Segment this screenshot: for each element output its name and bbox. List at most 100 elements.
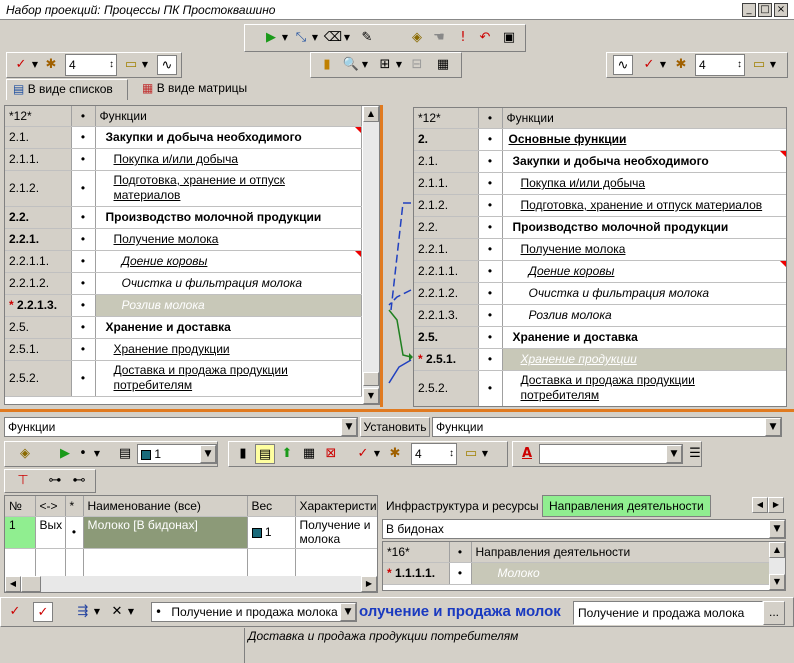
filter-icon[interactable]: ✱ <box>41 55 61 75</box>
header-bullet[interactable]: • <box>478 108 503 129</box>
scroll-up-icon[interactable]: ▲ <box>363 106 379 122</box>
table-row[interactable]: 1 Вых • Молоко [В бидонах] 1 Получение и… <box>5 516 377 549</box>
exclamation-icon[interactable]: ! <box>453 28 473 48</box>
process-combo[interactable]: • Получение и продажа молока ▼ <box>151 602 357 622</box>
tab-scroll-right-icon[interactable]: ▶ <box>768 497 784 513</box>
col-characteristics[interactable]: Характеристики <box>295 496 377 517</box>
table-row[interactable]: 2.1.2. • Подготовка, хранение и отпуск мате… <box>5 170 362 207</box>
table-row[interactable]: 2.2.1. • Получение молока <box>5 228 362 251</box>
scroll-up-icon[interactable]: ▲ <box>769 542 785 558</box>
tab-directions[interactable]: Направления деятельности <box>542 495 711 517</box>
chevron-down-icon[interactable]: ▼ <box>141 55 149 75</box>
chevron-down-icon[interactable]: ▼ <box>659 55 667 75</box>
filter-icon[interactable]: ✱ <box>671 55 691 75</box>
tab-matrix-view[interactable]: ▦ В виде матрицы <box>136 79 262 100</box>
edit-doc-icon[interactable]: ✎ <box>357 28 377 48</box>
chevron-down-icon[interactable]: ▼ <box>340 603 356 621</box>
header-name[interactable]: Функции <box>95 106 362 127</box>
process-field[interactable]: Получение и продажа молока <box>573 601 763 625</box>
table-row[interactable]: 2.1.1. • Покупка и/или добыча <box>5 148 362 171</box>
check-icon[interactable]: ✓ <box>353 444 373 464</box>
table-row[interactable]: 2.5.2. • Доставка и продажа продукции потре… <box>5 360 362 397</box>
level-spinner-bottom[interactable]: 4 ↕ <box>411 443 457 465</box>
undo-icon[interactable]: ↶ <box>475 28 495 48</box>
level-spinner-right[interactable]: 4 ↕ <box>695 54 745 76</box>
left-grid-scrollbar[interactable]: ▲ ▼ <box>363 106 379 404</box>
check-active-icon[interactable]: ✓ <box>33 602 53 622</box>
table-row[interactable]: 2.2.1.2. • Очистка и фильтрация молока <box>5 272 362 295</box>
hierarchy-icon[interactable]: ⊟ <box>407 55 427 75</box>
chevron-down-icon[interactable]: ▼ <box>93 602 101 622</box>
scroll-thumb[interactable] <box>21 576 41 592</box>
table-row[interactable]: 2.5. • Хранение и доставка <box>5 316 362 339</box>
table-row[interactable]: 2.1. • Закупки и добыча необходимого <box>414 150 786 173</box>
scroll-thumb[interactable] <box>363 372 379 386</box>
spinner-arrows-icon[interactable]: ↕ <box>737 55 742 75</box>
chart-toggle-icon[interactable]: ∿ <box>157 55 177 75</box>
list-icon[interactable]: ▤ <box>255 444 275 464</box>
col-name[interactable]: Наименование (все) <box>83 496 248 517</box>
table-row[interactable]: 2.2.1.1. • Доение коровы <box>5 250 362 273</box>
left-filter-combo[interactable]: Функции ▼ <box>4 417 358 437</box>
chevron-down-icon[interactable]: ▼ <box>373 444 381 464</box>
scroll-right-icon[interactable]: ▶ <box>361 576 377 592</box>
check-icon[interactable]: ✓ <box>5 602 25 622</box>
spinner-arrows-icon[interactable]: ↕ <box>449 444 454 464</box>
chevron-down-icon[interactable]: ▼ <box>127 602 135 622</box>
book-icon[interactable]: ▮ <box>233 444 253 464</box>
header-num[interactable]: *16* <box>383 542 450 563</box>
warning-icon[interactable]: ◈ <box>15 444 35 464</box>
bullet-icon[interactable]: • <box>73 444 93 464</box>
tab-infrastructure[interactable]: Инфраструктура и ресурсы <box>382 497 543 517</box>
col-star[interactable]: * <box>65 496 84 517</box>
scroll-down-icon[interactable]: ▼ <box>769 574 785 590</box>
warning-icon[interactable]: ◈ <box>407 28 427 48</box>
table-row[interactable]: 2.2.1.1. • Доение коровы <box>414 260 786 283</box>
header-name[interactable]: Направления деятельности <box>471 542 770 563</box>
apply-button[interactable]: Установить <box>360 417 430 437</box>
folder-icon[interactable]: ▭ <box>749 55 769 75</box>
connect-icon[interactable]: ⤡ <box>291 28 311 48</box>
header-num[interactable]: *12* <box>414 108 479 129</box>
level-spinner[interactable]: 4 ↕ <box>65 54 117 76</box>
table-row[interactable]: 2. • Основные функции <box>414 128 786 151</box>
minimize-button[interactable]: _ <box>742 3 756 17</box>
tab-list-view[interactable]: ▤ В виде списков <box>6 79 128 100</box>
indent-icon[interactable]: ⇶ <box>73 602 93 622</box>
table-row[interactable]: * 1.1.1.1. • Молоко <box>383 562 770 585</box>
tree-collapse-icon[interactable]: ⊷ <box>69 471 89 491</box>
save-icon[interactable]: ▣ <box>499 28 519 48</box>
settings-list-icon[interactable]: ☰ <box>685 444 705 464</box>
matrix-icon[interactable]: ▦ <box>433 55 453 75</box>
table-row[interactable]: 2.5.1. • Хранение продукции <box>5 338 362 361</box>
chevron-down-icon[interactable]: ▼ <box>341 418 357 436</box>
filter-icon[interactable]: ✱ <box>385 444 405 464</box>
chevron-down-icon[interactable]: ▼ <box>395 55 403 75</box>
scroll-left-icon[interactable]: ◀ <box>5 576 21 592</box>
folder-icon[interactable]: ▭ <box>461 444 481 464</box>
table-row[interactable]: * 2.5.1. • Хранение продукции <box>414 348 786 371</box>
chevron-down-icon[interactable]: ▼ <box>93 444 101 464</box>
header-num[interactable]: *12* <box>5 106 72 127</box>
run-icon[interactable]: ▶ <box>55 444 75 464</box>
table-row[interactable]: 2.2. • Производство молочной продукции <box>5 206 362 229</box>
spinner-arrows-icon[interactable]: ↕ <box>109 55 114 75</box>
chevron-down-icon[interactable]: ▼ <box>666 445 682 463</box>
chevron-down-icon[interactable]: ▼ <box>765 418 781 436</box>
table-row[interactable]: 2.2.1. • Получение молока <box>414 238 786 261</box>
col-direction[interactable]: <-> <box>35 496 66 517</box>
folder-icon[interactable]: ▭ <box>121 55 141 75</box>
header-name[interactable]: Функции <box>502 108 786 129</box>
header-bullet[interactable]: • <box>71 106 96 127</box>
header-bullet[interactable]: • <box>449 542 472 563</box>
table-row[interactable]: 2.1.2. • Подготовка, хранение и отпуск мат… <box>414 194 786 217</box>
document-icon[interactable]: ▤ <box>115 444 135 464</box>
directions-scrollbar[interactable]: ▲ ▼ <box>769 542 785 590</box>
maximize-button[interactable]: □ <box>758 3 772 17</box>
font-color-icon[interactable]: A <box>517 444 537 464</box>
chevron-down-icon[interactable]: ▼ <box>281 28 289 48</box>
arrow-up-icon[interactable]: ⬆ <box>277 444 297 464</box>
run-icon[interactable]: ▶ <box>261 28 281 48</box>
resource-combo[interactable]: В бидонах ▼ <box>382 519 786 539</box>
col-weight[interactable]: Вес <box>247 496 296 517</box>
